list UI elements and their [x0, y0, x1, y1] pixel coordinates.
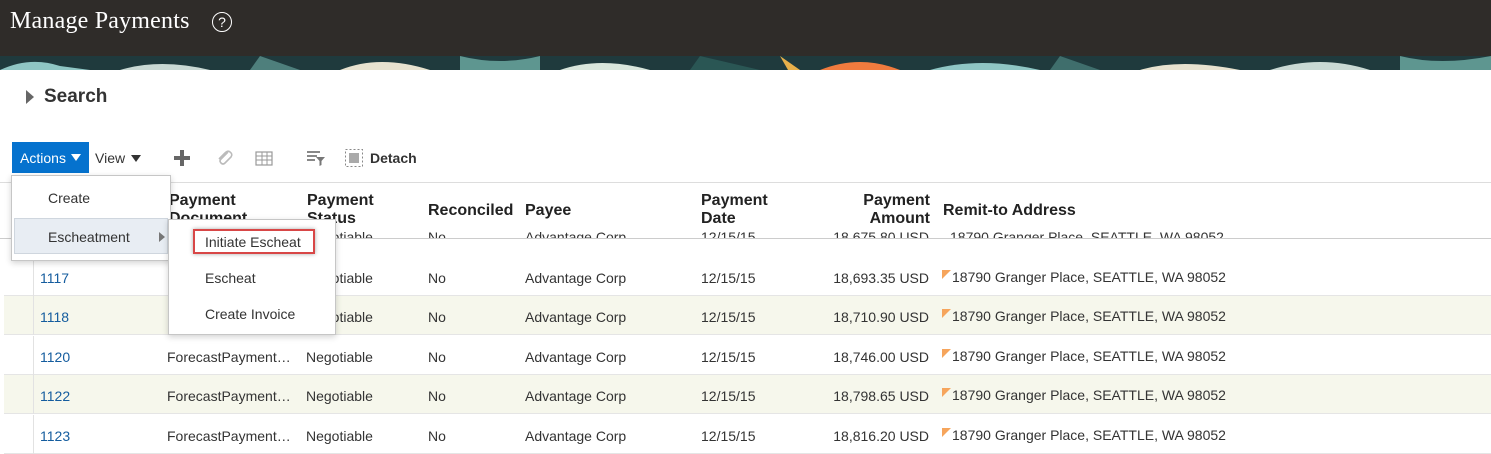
chevron-down-icon	[70, 154, 81, 161]
menu-item-escheatment-label: Escheatment	[48, 229, 130, 245]
query-by-example-icon[interactable]	[306, 148, 326, 168]
table-top-border	[0, 182, 1491, 183]
cell-reconciled: No	[428, 309, 446, 325]
address-text: 18790 Granger Place, SEATTLE, WA 98052	[952, 308, 1226, 324]
cell-document: ForecastPayment…	[167, 428, 291, 444]
column-header-remit-to-address[interactable]: Remit-to Address	[943, 202, 1076, 220]
cell-amount: 18,746.00 USD	[833, 349, 929, 365]
page-title: Manage Payments	[10, 8, 190, 34]
cell-reconciled: No	[428, 349, 446, 365]
expand-icon	[26, 90, 34, 104]
cell-address: 18790 Granger Place, SEATTLE, WA 98052	[942, 427, 1226, 443]
actions-menu: Create Escheatment	[11, 175, 171, 261]
cell-status: Negotiable	[306, 349, 373, 365]
flag-icon	[942, 309, 951, 318]
cell-address: 18790 Granger Place, SEATTLE, WA 98052	[942, 387, 1226, 403]
flag-icon	[942, 388, 951, 397]
cell-payee: Advantage Corp	[525, 229, 627, 238]
address-text: 18790 Granger Place, SEATTLE, WA 98052	[952, 387, 1226, 403]
actions-label: Actions	[20, 149, 66, 166]
search-section-header[interactable]: Search	[26, 86, 107, 108]
view-label: View	[95, 150, 126, 166]
menu-item-create-invoice[interactable]: Create Invoice	[205, 306, 295, 322]
payment-number-link[interactable]: 1118	[40, 309, 69, 325]
menu-item-initiate-escheat[interactable]: Initiate Escheat	[205, 234, 301, 250]
freeze-columns-icon[interactable]	[254, 148, 274, 168]
submenu-arrow-icon	[159, 232, 165, 242]
payment-number-link[interactable]: 1120	[40, 349, 70, 365]
row-selector[interactable]	[4, 375, 34, 414]
attachment-icon[interactable]	[215, 148, 235, 168]
address-text: 18790 Granger Place, SEATTLE, WA 98052	[952, 427, 1226, 443]
row-selector[interactable]	[4, 336, 34, 375]
cell-date: 12/15/15	[701, 349, 756, 365]
column-header-payment-amount[interactable]: Payment Amount	[855, 192, 930, 228]
cell-payee: Advantage Corp	[525, 349, 627, 365]
column-header-reconciled[interactable]: Reconciled	[428, 202, 513, 220]
page-header: Manage Payments ?	[0, 0, 1491, 56]
help-icon[interactable]: ?	[212, 12, 232, 32]
cell-document: ForecastPayment…	[167, 388, 291, 404]
cell-amount: 18,710.90 USD	[833, 309, 929, 325]
cell-reconciled: No	[428, 229, 446, 238]
cell-status: Negotiable	[306, 388, 373, 404]
address-text: 18790 Granger Place, SEATTLE, WA 98052	[952, 269, 1226, 285]
cell-reconciled: No	[428, 270, 446, 286]
search-label: Search	[44, 86, 108, 107]
column-header-payment-date[interactable]: Payment Date	[701, 192, 771, 228]
row-selector[interactable]	[4, 415, 34, 454]
cell-date: 12/15/15	[701, 309, 756, 325]
cell-date: 12/15/15	[701, 388, 756, 404]
cell-payee: Advantage Corp	[525, 428, 627, 444]
cell-amount: 18,816.20 USD	[833, 428, 929, 444]
flag-icon	[942, 349, 951, 358]
add-icon[interactable]	[172, 148, 192, 168]
cell-reconciled: No	[428, 428, 446, 444]
cell-payee: Advantage Corp	[525, 388, 627, 404]
cell-address: 18790 Granger Place, SEATTLE, WA 98052	[942, 269, 1226, 285]
cell-date: 12/15/15	[701, 270, 756, 286]
detach-button[interactable]: Detach	[370, 150, 417, 166]
chevron-down-icon	[131, 154, 142, 162]
menu-item-escheat[interactable]: Escheat	[205, 270, 256, 286]
flag-icon	[942, 428, 951, 437]
cell-address: 18790 Granger Place, SEATTLE, WA 98052	[942, 308, 1226, 324]
cell-address: 18790 Granger Place, SEATTLE, WA 98052	[950, 229, 1224, 238]
cell-amount: 18,675.80 USD	[833, 229, 929, 238]
payment-number-link[interactable]: 1122	[40, 388, 70, 404]
flag-icon	[942, 270, 951, 279]
menu-item-create[interactable]: Create	[48, 190, 90, 206]
column-header-payee[interactable]: Payee	[525, 202, 571, 220]
cell-date: 12/15/15	[701, 428, 756, 444]
view-button[interactable]: View	[95, 150, 142, 166]
row-selector[interactable]	[4, 257, 34, 296]
payment-number-link[interactable]: 1117	[40, 270, 69, 286]
decorative-banner	[0, 56, 1491, 70]
payment-number-link[interactable]: 1123	[40, 428, 70, 444]
actions-button[interactable]: Actions	[12, 142, 89, 173]
cell-amount: 18,798.65 USD	[833, 388, 929, 404]
cell-status: Negotiable	[306, 428, 373, 444]
cell-amount: 18,693.35 USD	[833, 270, 929, 286]
cell-reconciled: No	[428, 388, 446, 404]
cell-payee: Advantage Corp	[525, 309, 627, 325]
cell-address: 18790 Granger Place, SEATTLE, WA 98052	[942, 348, 1226, 364]
row-selector[interactable]	[4, 296, 34, 335]
escheatment-submenu: Initiate Escheat Escheat Create Invoice	[168, 219, 336, 335]
cell-date: 12/15/15	[701, 229, 756, 238]
cell-document: ForecastPayment…	[167, 349, 291, 365]
cell-payee: Advantage Corp	[525, 270, 627, 286]
address-text: 18790 Granger Place, SEATTLE, WA 98052	[952, 348, 1226, 364]
detach-icon[interactable]	[344, 148, 364, 168]
